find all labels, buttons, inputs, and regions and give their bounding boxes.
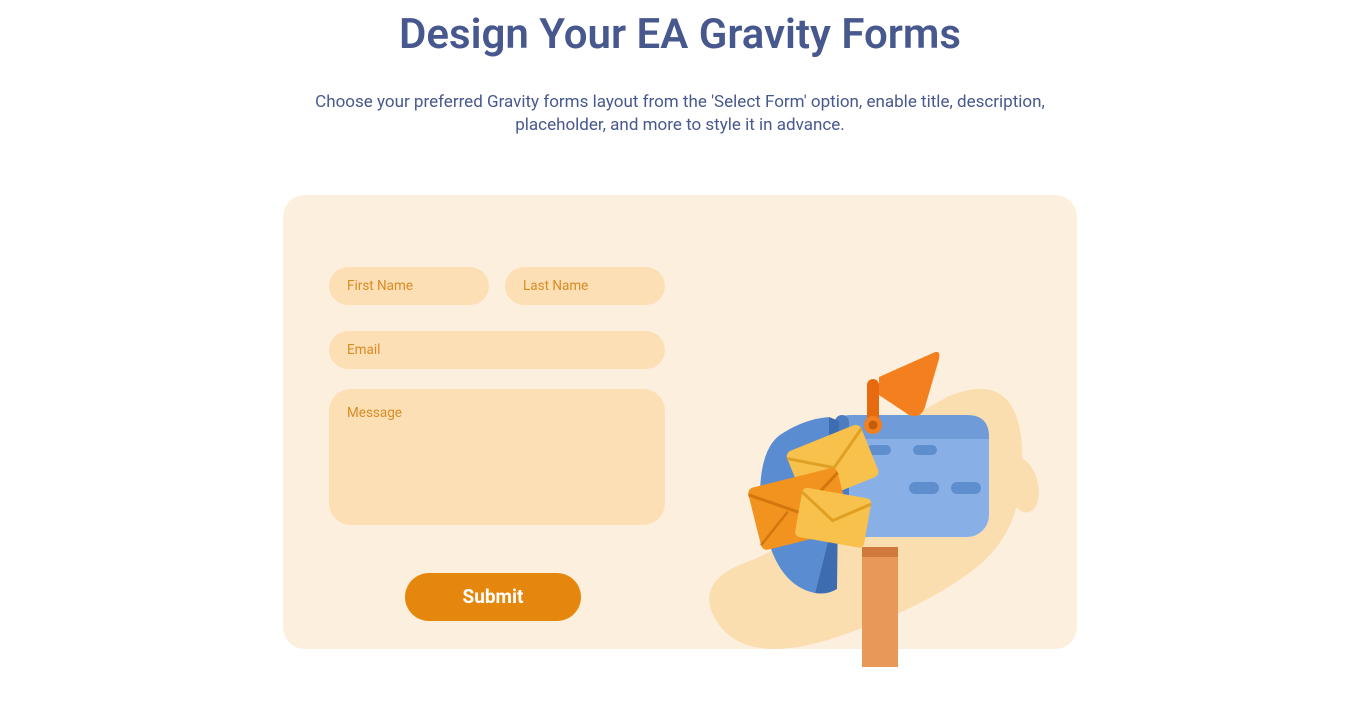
form-card: Submit bbox=[283, 195, 1077, 649]
name-row bbox=[329, 267, 1077, 305]
page-title: Design Your EA Gravity Forms bbox=[0, 10, 1360, 59]
page-subtitle: Choose your preferred Gravity forms layo… bbox=[285, 91, 1075, 137]
mailbox-illustration bbox=[687, 337, 1047, 667]
last-name-input[interactable] bbox=[505, 267, 665, 305]
message-textarea[interactable] bbox=[329, 389, 665, 525]
first-name-input[interactable] bbox=[329, 267, 489, 305]
email-input[interactable] bbox=[329, 331, 665, 369]
submit-button[interactable]: Submit bbox=[405, 573, 581, 621]
